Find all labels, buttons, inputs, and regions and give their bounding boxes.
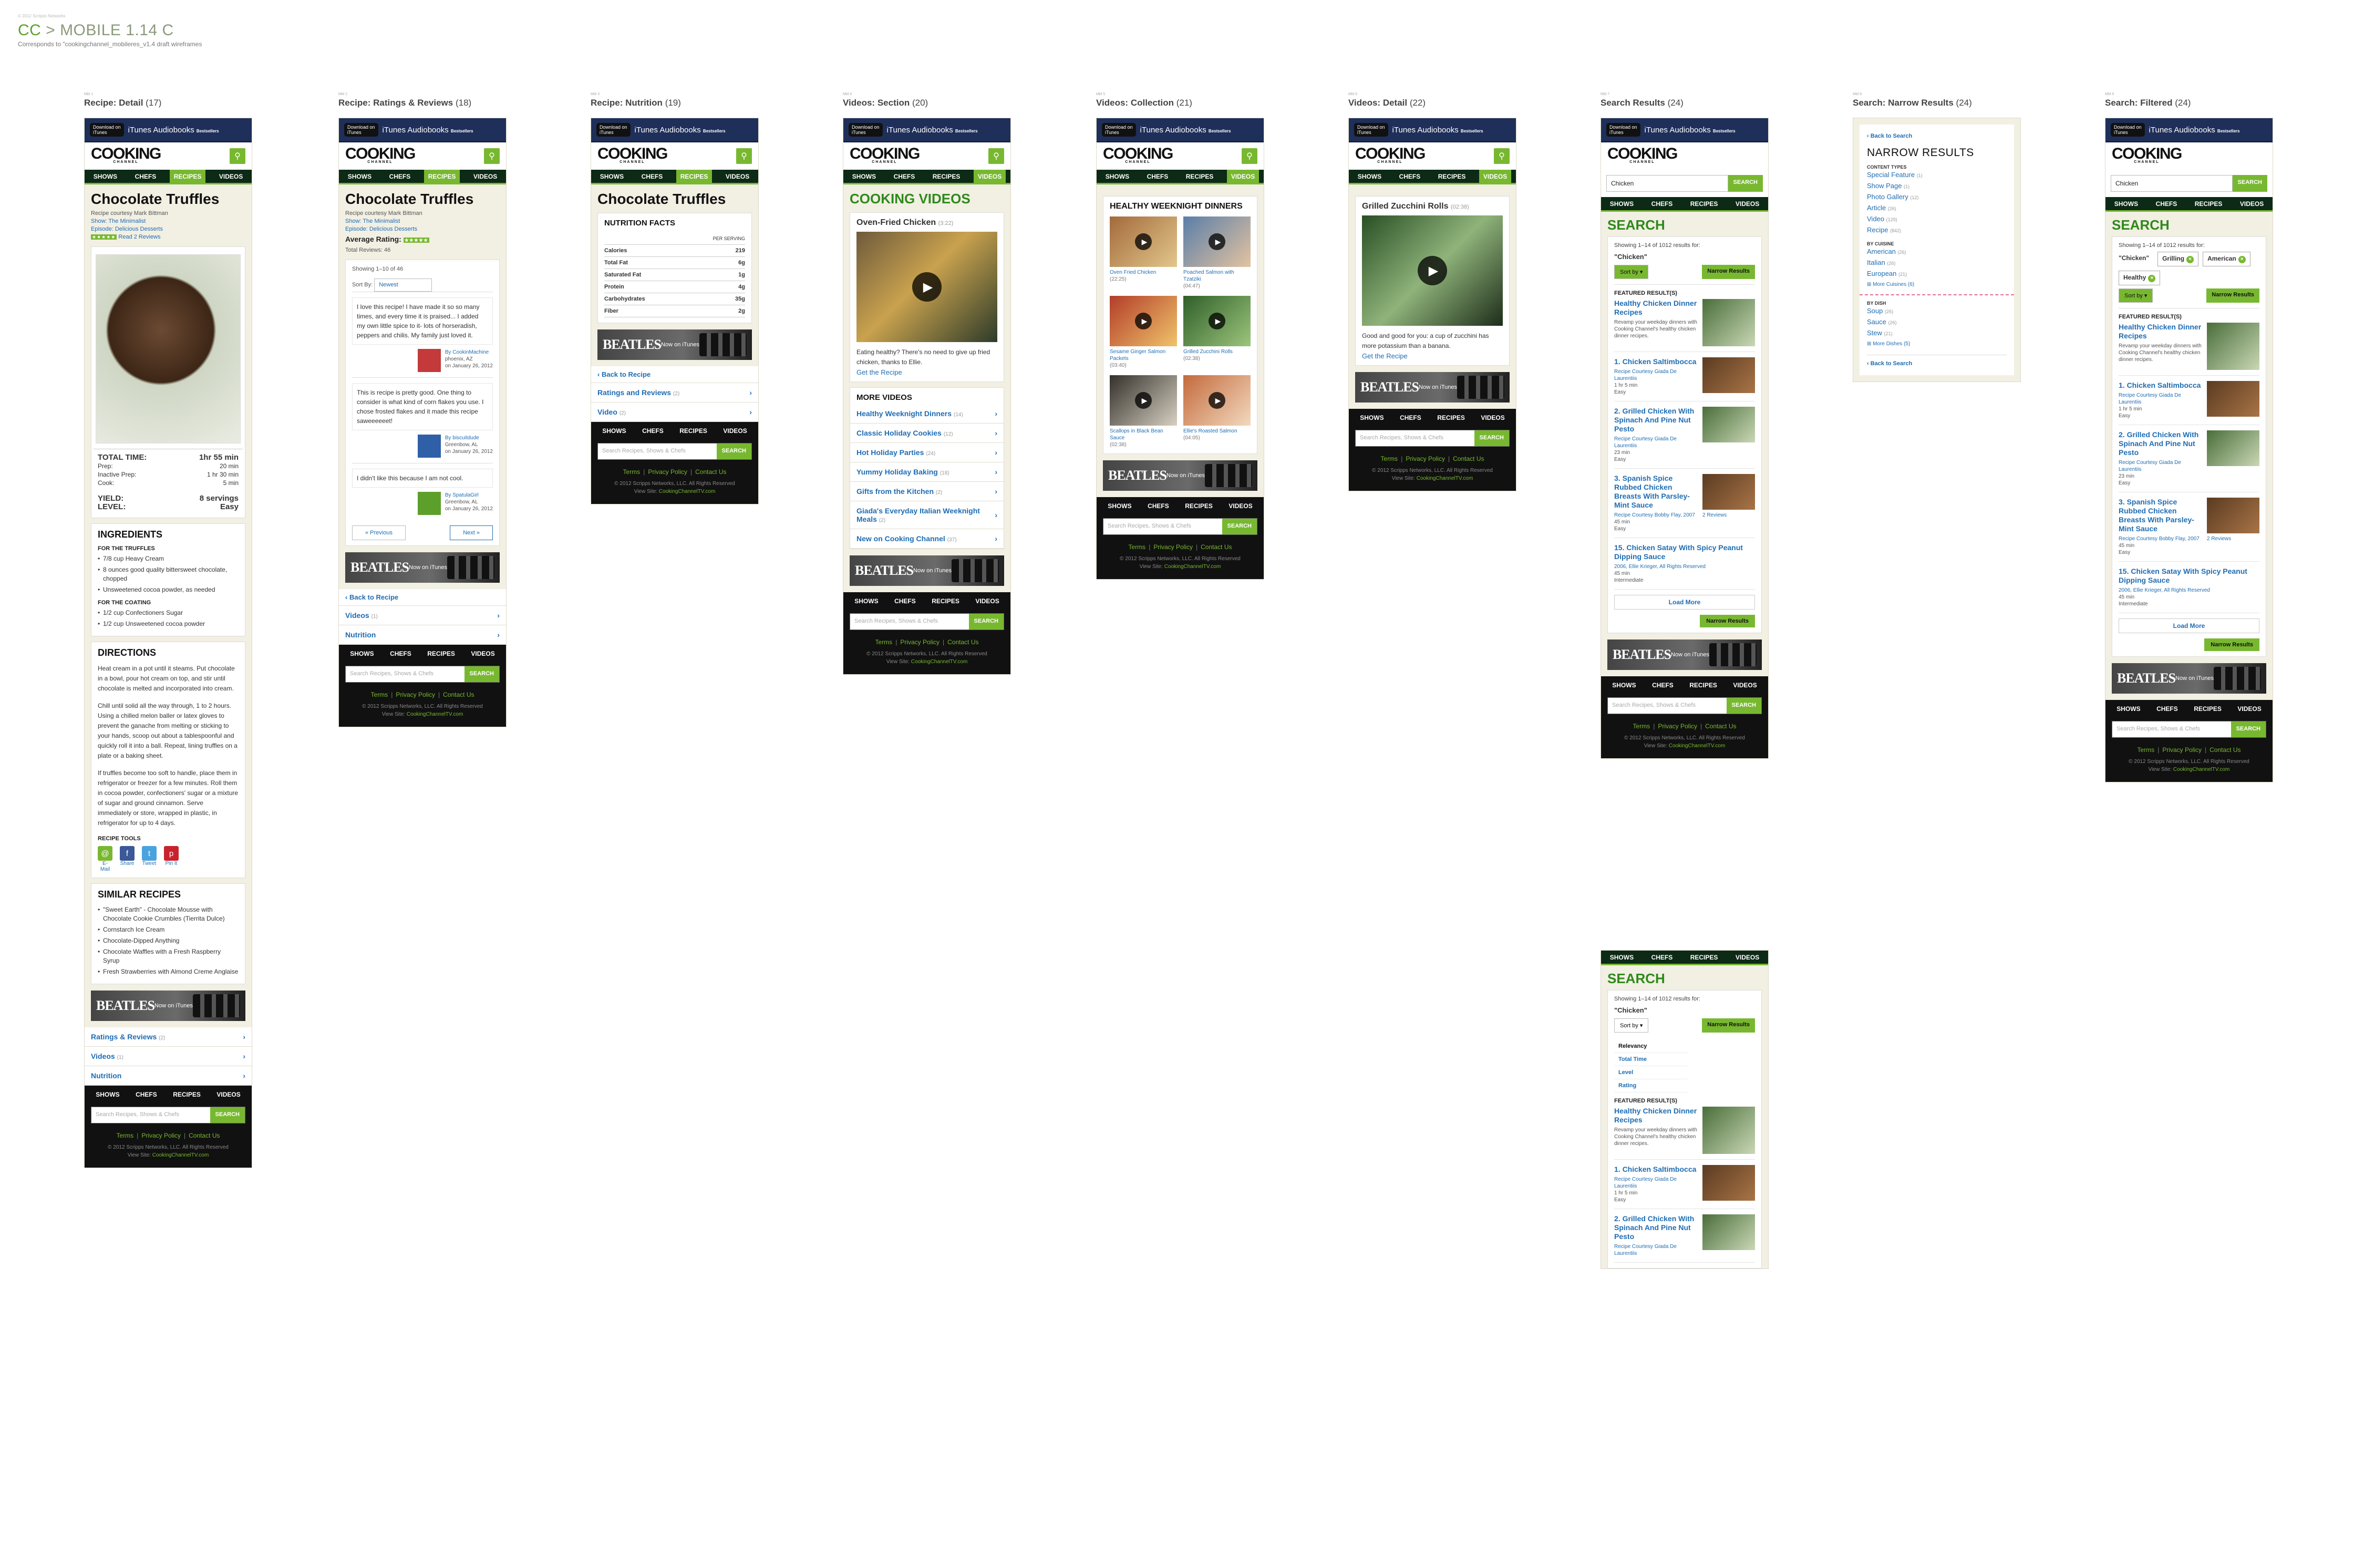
chevron-right-icon: ›: [243, 1052, 245, 1060]
copyright-note: © 2012 Scripps Networks: [18, 14, 66, 18]
chevron-right-icon: ›: [243, 1033, 245, 1041]
back-to-search-link[interactable]: ‹ Back to Search: [1867, 131, 2007, 141]
similar-recipes-card: SIMILAR RECIPES "Sweet Earth" - Chocolat…: [91, 883, 245, 984]
main-nav: SHOWS CHEFS RECIPES VIDEOS: [85, 169, 252, 184]
video-player[interactable]: ▶: [1362, 215, 1503, 326]
nav-recipes[interactable]: RECIPES: [169, 169, 206, 183]
itunes-banner[interactable]: Download on iTunes iTunes Audiobooks Bests…: [85, 118, 252, 142]
document-header: © 2012 Scripps Networks CC > MOBILE 1.14…: [18, 14, 202, 48]
twitter-icon[interactable]: t: [142, 846, 157, 861]
nutrition-facts: NUTRITION FACTS PER SERVING Calories 219 …: [597, 213, 752, 323]
beatles-ad[interactable]: BEATLES Now on iTunes: [91, 991, 245, 1021]
frame-ratings-reviews: Mbl 2 Recipe: Ratings & Reviews (18) Down…: [338, 92, 507, 727]
read-reviews-link[interactable]: Read 2 Reviews: [118, 234, 160, 240]
frame-videos-section: Mbl 4 Videos: Section (20) Download on iTu…: [843, 92, 1011, 675]
frame-nutrition: Mbl 3 Recipe: Nutrition (19) Download on i…: [591, 92, 759, 504]
search-icon[interactable]: ⚲: [484, 148, 500, 164]
phone-screen: Download on iTunes iTunes Audiobooks Bests…: [84, 118, 252, 1168]
nav-chefs[interactable]: CHEFS: [131, 170, 161, 183]
cooking-channel-logo[interactable]: COOKING CHANNEL: [345, 146, 416, 164]
remove-filter-icon: ×: [2186, 256, 2194, 263]
search-icon[interactable]: ⚲: [230, 148, 245, 164]
footer-search-input[interactable]: Search Recipes, Shows & Chefs: [91, 1107, 210, 1123]
video-thumbnail[interactable]: ▶: [856, 232, 997, 342]
document-subtitle: Corresponds to "cookingchannel_mobileres…: [18, 40, 202, 48]
sort-options-menu: Relevancy Total Time Level Rating: [1614, 1040, 1688, 1092]
remove-filter-icon: ×: [2238, 256, 2246, 263]
nav-videos[interactable]: VIDEOS: [215, 170, 247, 183]
email-icon[interactable]: @: [98, 846, 112, 861]
prev-button[interactable]: « Previous: [352, 525, 406, 540]
frame-narrow-results: Mbl 8 Search: Narrow Results (24) ‹ Back …: [1853, 92, 2021, 382]
next-button[interactable]: Next »: [450, 525, 493, 540]
facebook-icon[interactable]: f: [120, 846, 135, 861]
frame-title: Recipe: Detail (17): [84, 98, 162, 108]
frame-videos-detail: Mbl 6 Videos: Detail (22) Download on iTun…: [1348, 92, 1516, 491]
frame-search-results: Mbl 7 Search Results (24) Download on iTun…: [1601, 92, 1769, 759]
site-footer: SHOWS CHEFS RECIPES VIDEOS Search Recipes, …: [85, 1086, 252, 1168]
frame-search-filtered: Mbl 9 Search: Filtered (24) Download on iT…: [2105, 92, 2273, 782]
back-to-recipe-link[interactable]: ‹ Back to Recipe: [339, 589, 506, 606]
search-icon[interactable]: ⚲: [988, 148, 1004, 164]
search-icon[interactable]: ⚲: [736, 148, 752, 164]
sort-select[interactable]: Newest: [374, 278, 432, 292]
nav-shows[interactable]: SHOWS: [89, 170, 121, 183]
search-icon[interactable]: ⚲: [1494, 148, 1510, 164]
load-more-button[interactable]: Load More: [1614, 595, 1755, 610]
recipe-photo: [96, 254, 241, 443]
play-icon: ▶: [912, 272, 942, 302]
narrow-results-button[interactable]: Narrow Results: [1702, 265, 1755, 279]
sort-by-dropdown[interactable]: Sort by ▾: [1614, 265, 1649, 279]
play-icon: ▶: [1418, 256, 1447, 285]
remove-filter-icon: ×: [2148, 275, 2156, 282]
pinterest-icon[interactable]: p: [164, 846, 179, 861]
search-button[interactable]: SEARCH: [1728, 175, 1763, 192]
chevron-right-icon: ›: [497, 611, 500, 620]
chevron-right-icon: ›: [243, 1071, 245, 1080]
recipe-title: Chocolate Truffles: [91, 191, 220, 207]
itunes-banner[interactable]: Download on iTunes iTunes Audiobooks Bests…: [339, 118, 506, 142]
frame-recipe-detail: Mbl 1 Recipe: Detail (17) Download on iTun…: [84, 92, 252, 1168]
directions-card: DIRECTIONS Heat cream in a pot until it …: [91, 642, 245, 878]
frame-videos-collection: Mbl 5 Videos: Collection (21) Download on…: [1096, 92, 1264, 580]
rating-stars: ★★★★★: [91, 234, 117, 240]
related-links: Ratings & Reviews (2) › Videos (1) › Nutriti…: [85, 1027, 252, 1086]
ingredients-card: INGREDIENTS FOR THE TRUFFLES 7/8 cup Hea…: [91, 523, 245, 636]
chevron-right-icon: ›: [497, 631, 500, 639]
cooking-channel-logo[interactable]: COOKING CHANNEL: [91, 146, 161, 164]
narrow-panel: ‹ Back to Search NARROW RESULTS CONTENT …: [1853, 118, 2021, 382]
footer-search-button[interactable]: SEARCH: [210, 1107, 245, 1123]
active-filters: "Chicken" Grilling × American × Healthy ×: [2119, 252, 2259, 285]
search-icon[interactable]: ⚲: [1242, 148, 1257, 164]
search-input[interactable]: Chicken: [1606, 175, 1728, 192]
document-title: CC > MOBILE 1.14 C: [18, 22, 174, 39]
beatles-ad[interactable]: BEATLES Now on iTunes: [345, 552, 500, 583]
frame-search-sort-open: SHOWS CHEFS RECIPES VIDEOS SEARCH Showing 1…: [1601, 950, 1769, 1269]
